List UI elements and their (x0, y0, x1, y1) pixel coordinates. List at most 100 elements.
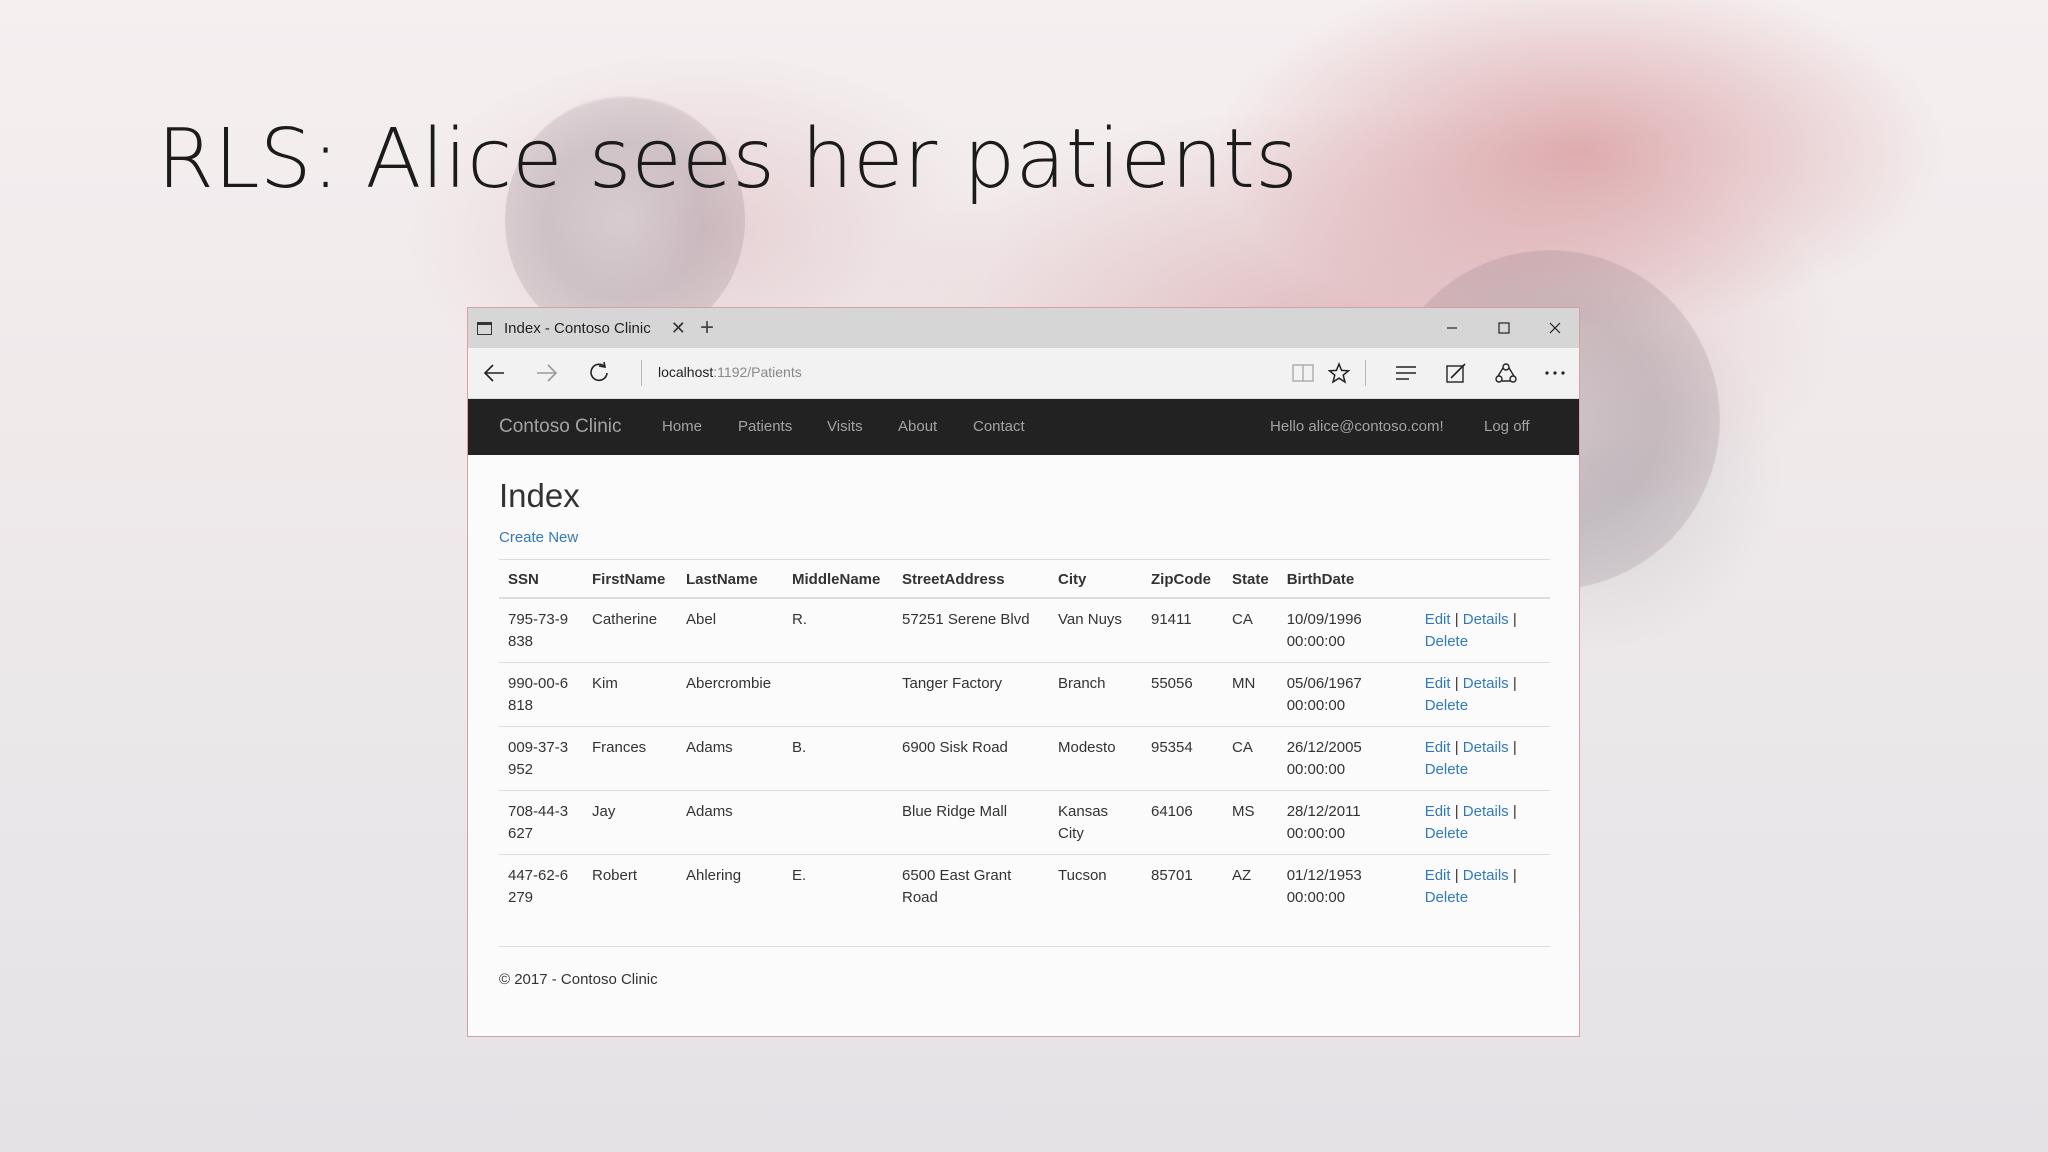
separator: | (1512, 867, 1517, 884)
separator: | (1454, 803, 1459, 820)
separator: | (1512, 803, 1517, 820)
table-row: 708-44-3627 Jay Adams Blue Ridge Mall Ka… (499, 790, 1550, 855)
create-new-link[interactable]: Create New (499, 529, 578, 546)
nav-logoff[interactable]: Log off (1484, 418, 1530, 435)
header-streetaddress: StreetAddress (893, 559, 1049, 599)
table-header-row: SSN FirstName LastName MiddleName Street… (499, 559, 1550, 599)
details-link[interactable]: Details (1463, 739, 1509, 756)
cell-city: Modesto (1049, 726, 1142, 791)
header-firstname: FirstName (583, 559, 677, 599)
cell-firstname: Catherine (583, 597, 677, 663)
nav-visits[interactable]: Visits (827, 418, 863, 435)
details-link[interactable]: Details (1463, 867, 1509, 884)
header-ssn: SSN (499, 559, 583, 599)
details-link[interactable]: Details (1463, 675, 1509, 692)
table-row: 990-00-6818 Kim Abercrombie Tanger Facto… (499, 662, 1550, 727)
nav-contact[interactable]: Contact (973, 418, 1025, 435)
table-row: 795-73-9838 Catherine Abel R. 57251 Sere… (499, 597, 1550, 663)
cell-firstname: Kim (583, 662, 677, 727)
edit-link[interactable]: Edit (1425, 611, 1451, 628)
separator: | (1454, 867, 1459, 884)
hub-icon[interactable] (1390, 357, 1422, 389)
table-row: 447-62-6279 Robert Ahlering E. 6500 East… (499, 854, 1550, 918)
edit-link[interactable]: Edit (1425, 739, 1451, 756)
edit-link[interactable]: Edit (1425, 803, 1451, 820)
footer-divider (499, 946, 1550, 947)
cell-middlename (783, 662, 893, 727)
header-birthdate: BirthDate (1277, 559, 1416, 599)
separator: | (1512, 675, 1517, 692)
cell-ssn: 447-62-6279 (499, 854, 583, 918)
delete-link[interactable]: Delete (1425, 697, 1468, 714)
url-host: localhost (658, 364, 714, 380)
header-lastname: LastName (677, 559, 783, 599)
nav-about[interactable]: About (898, 418, 937, 435)
page-footer: © 2017 - Contoso Clinic (499, 971, 658, 988)
more-icon[interactable] (1539, 357, 1571, 389)
cell-city: Tucson (1049, 854, 1142, 918)
address-bar: localhost:1192/Patients (468, 348, 1579, 399)
cell-zipcode: 55056 (1142, 662, 1223, 727)
cell-city: Branch (1049, 662, 1142, 727)
share-icon[interactable] (1490, 357, 1522, 389)
cell-zipcode: 85701 (1142, 854, 1223, 918)
details-link[interactable]: Details (1463, 803, 1509, 820)
minimize-icon[interactable] (1426, 308, 1478, 348)
cell-actions: Edit | Details | Delete (1415, 726, 1550, 791)
details-link[interactable]: Details (1463, 611, 1509, 628)
cell-firstname: Robert (583, 854, 677, 918)
cell-streetaddress: 6500 East Grant Road (893, 854, 1049, 918)
delete-link[interactable]: Delete (1425, 633, 1468, 650)
cell-state: CA (1223, 597, 1278, 663)
web-note-icon[interactable] (1440, 357, 1472, 389)
url-path: :1192/Patients (713, 364, 802, 380)
cell-ssn: 708-44-3627 (499, 790, 583, 855)
table-row: 009-37-3952 Frances Adams B. 6900 Sisk R… (499, 726, 1550, 791)
header-actions (1415, 559, 1550, 599)
nav-greeting[interactable]: Hello alice@contoso.com! (1270, 418, 1444, 435)
cell-middlename: B. (783, 726, 893, 791)
delete-link[interactable]: Delete (1425, 825, 1468, 842)
cell-actions: Edit | Details | Delete (1415, 790, 1550, 855)
browser-tab[interactable]: Index - Contoso Clinic ✕ (468, 308, 693, 348)
url-field[interactable]: localhost:1192/Patients (658, 364, 802, 380)
cell-middlename: E. (783, 854, 893, 918)
tab-title: Index - Contoso Clinic (504, 319, 651, 337)
tab-strip: Index - Contoso Clinic ✕ + (468, 308, 1579, 348)
cell-firstname: Frances (583, 726, 677, 791)
close-tab-icon[interactable]: ✕ (671, 318, 686, 339)
nav-patients[interactable]: Patients (738, 418, 792, 435)
maximize-icon[interactable] (1478, 308, 1530, 348)
cell-streetaddress: Tanger Factory (893, 662, 1049, 727)
page-icon (477, 321, 492, 335)
reading-view-icon[interactable] (1287, 357, 1319, 389)
cell-middlename: R. (783, 597, 893, 663)
site-brand[interactable]: Contoso Clinic (499, 416, 622, 438)
cell-birthdate: 05/06/1967 00:00:00 (1277, 662, 1416, 727)
cell-middlename (783, 790, 893, 855)
edit-link[interactable]: Edit (1425, 867, 1451, 884)
cell-lastname: Ahlering (677, 854, 783, 918)
toolbar-divider (1365, 360, 1366, 386)
cell-city: Van Nuys (1049, 597, 1142, 663)
header-zipcode: ZipCode (1142, 559, 1223, 599)
delete-link[interactable]: Delete (1425, 889, 1468, 906)
new-tab-icon[interactable]: + (700, 314, 714, 342)
slide-title: RLS: Alice sees her patients (157, 112, 1298, 207)
close-window-icon[interactable] (1529, 308, 1579, 348)
cell-zipcode: 91411 (1142, 597, 1223, 663)
page-content: Index Create New SSN FirstName LastName … (468, 477, 1579, 988)
delete-link[interactable]: Delete (1425, 761, 1468, 778)
cell-streetaddress: 57251 Serene Blvd (893, 597, 1049, 663)
nav-home[interactable]: Home (662, 418, 702, 435)
cell-ssn: 795-73-9838 (499, 597, 583, 663)
forward-arrow-icon[interactable] (531, 357, 563, 389)
cell-birthdate: 26/12/2005 00:00:00 (1277, 726, 1416, 791)
favorite-star-icon[interactable] (1323, 357, 1355, 389)
refresh-icon[interactable] (583, 357, 615, 389)
cell-lastname: Abercrombie (677, 662, 783, 727)
back-arrow-icon[interactable] (478, 357, 510, 389)
edit-link[interactable]: Edit (1425, 675, 1451, 692)
cell-lastname: Adams (677, 726, 783, 791)
cell-ssn: 009-37-3952 (499, 726, 583, 791)
